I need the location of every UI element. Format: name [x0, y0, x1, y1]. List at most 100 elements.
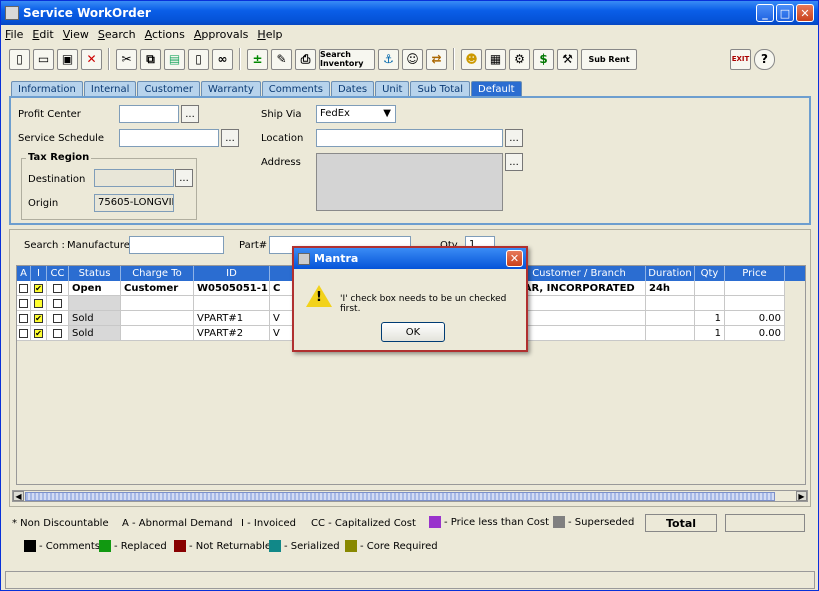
legend-abnormal-demand: A - Abnormal Demand [122, 518, 233, 529]
ship-icon[interactable]: ⚓ [378, 48, 399, 70]
window-title: Service WorkOrder [23, 6, 151, 20]
exit-icon[interactable]: EXIT [730, 48, 751, 70]
location-input[interactable] [316, 129, 503, 147]
row-a-cell [17, 311, 31, 326]
help-icon[interactable]: ? [754, 48, 775, 70]
calculator-icon[interactable]: ▦ [485, 48, 506, 70]
scroll-left-icon[interactable]: ◀ [13, 491, 24, 501]
core-required-swatch [345, 540, 357, 552]
settings-icon[interactable]: ⚙ [509, 48, 530, 70]
row-cc-checkbox[interactable] [53, 328, 62, 338]
transfer-icon[interactable]: ⇄ [426, 48, 447, 70]
row-cc-cell [47, 326, 69, 341]
tab-unit[interactable]: Unit [375, 81, 410, 96]
toolbar-separator [108, 48, 110, 70]
cut-icon[interactable]: ✂ [116, 48, 137, 70]
column-header-cc[interactable]: CC [47, 266, 69, 281]
print-icon[interactable]: ⎙ [295, 48, 316, 70]
column-header-id[interactable]: ID [194, 266, 270, 281]
row-i-checkbox[interactable]: ✔ [34, 283, 43, 293]
destination-lookup-button[interactable]: ... [175, 169, 193, 187]
ok-button[interactable]: OK [381, 322, 445, 342]
column-header-status[interactable]: Status [69, 266, 121, 281]
column-header-charge-to[interactable]: Charge To [121, 266, 194, 281]
tab-warranty[interactable]: Warranty [201, 81, 261, 96]
origin-input[interactable]: 75605-LONGVIEW [94, 194, 174, 212]
column-header-i[interactable]: I [31, 266, 47, 281]
tab-dates[interactable]: Dates [330, 81, 375, 96]
column-header-a[interactable]: A [17, 266, 31, 281]
tab-internal[interactable]: Internal [83, 81, 137, 96]
row-i-checkbox[interactable]: ✔ [34, 313, 43, 323]
manufacturer-input[interactable] [129, 236, 224, 254]
service-schedule-lookup-button[interactable]: ... [221, 129, 239, 147]
menu-approvals[interactable]: Approvals [194, 28, 249, 41]
location-label: Location [261, 133, 304, 144]
copy-icon[interactable]: ⧉ [140, 48, 161, 70]
row-a-checkbox[interactable] [19, 283, 28, 293]
search-inventory-button[interactable]: Search Inventory [319, 48, 375, 70]
menu-help[interactable]: Help [257, 28, 282, 41]
column-header-price[interactable]: Price [725, 266, 785, 281]
scroll-right-icon[interactable]: ▶ [796, 491, 807, 501]
open-folder-icon[interactable]: ▭ [33, 48, 54, 70]
tab-customer[interactable]: Customer [137, 81, 201, 96]
address-lookup-button[interactable]: ... [505, 153, 523, 171]
scrollbar-thumb[interactable] [25, 492, 775, 501]
row-charge-to-cell [121, 296, 194, 311]
row-i-cell [31, 296, 47, 311]
save-icon[interactable]: ▣ [57, 48, 78, 70]
row-cc-cell [47, 311, 69, 326]
profit-center-lookup-button[interactable]: ... [181, 105, 199, 123]
menu-view[interactable]: View [63, 28, 89, 41]
not-returnable-text: - Not Returnable [189, 541, 272, 552]
row-a-checkbox[interactable] [19, 328, 28, 338]
dialog-close-button[interactable]: ✕ [506, 250, 523, 267]
delete-icon[interactable]: ✕ [81, 48, 102, 70]
row-a-checkbox[interactable] [19, 313, 28, 323]
row-charge-to-cell: Customer [121, 281, 194, 296]
close-button[interactable]: ✕ [796, 4, 814, 22]
users-icon[interactable]: ☻ [461, 48, 482, 70]
destination-input[interactable] [94, 169, 174, 187]
tab-comments[interactable]: Comments [261, 81, 330, 96]
move-up-down-icon[interactable]: ± [247, 48, 268, 70]
serialized-swatch [269, 540, 281, 552]
tab-sub-total[interactable]: Sub Total [410, 81, 471, 96]
tab-information[interactable]: Information [11, 81, 83, 96]
location-lookup-button[interactable]: ... [505, 129, 523, 147]
service-schedule-input[interactable] [119, 129, 219, 147]
row-a-checkbox[interactable] [19, 298, 28, 308]
column-header-customer-branch[interactable]: Customer / Branch [513, 266, 646, 281]
column-header-duration[interactable]: Duration [646, 266, 695, 281]
ship-via-select[interactable]: FedEx ▼ [316, 105, 396, 123]
paste-icon[interactable]: ▤ [164, 48, 185, 70]
total-label: Total [645, 514, 717, 532]
column-header-qty[interactable]: Qty [695, 266, 725, 281]
edit-note-icon[interactable]: ✎ [271, 48, 292, 70]
row-i-checkbox[interactable] [34, 298, 43, 308]
legend-core-required: - Core Required [345, 540, 438, 552]
row-i-checkbox[interactable]: ✔ [34, 328, 43, 338]
address-textarea[interactable] [316, 153, 503, 211]
profit-center-input[interactable] [119, 105, 179, 123]
menu-file[interactable]: File [5, 28, 23, 41]
row-a-cell [17, 281, 31, 296]
clipboard-icon[interactable]: ▯ [188, 48, 209, 70]
tab-default[interactable]: Default [471, 81, 522, 96]
maximize-button[interactable]: □ [776, 4, 794, 22]
horizontal-scrollbar[interactable]: ◀ ▶ [12, 490, 808, 502]
row-cc-checkbox[interactable] [53, 298, 62, 308]
row-cc-checkbox[interactable] [53, 313, 62, 323]
new-document-icon[interactable]: ▯ [9, 48, 30, 70]
menu-edit[interactable]: Edit [32, 28, 53, 41]
row-cc-checkbox[interactable] [53, 283, 62, 293]
menu-actions[interactable]: Actions [145, 28, 185, 41]
sub-rent-button[interactable]: Sub Rent [581, 48, 637, 70]
minimize-button[interactable]: _ [756, 4, 774, 22]
menu-search[interactable]: Search [98, 28, 136, 41]
money-icon[interactable]: $ [533, 48, 554, 70]
binoculars-icon[interactable]: ∞ [212, 48, 233, 70]
tools-icon[interactable]: ⚒ [557, 48, 578, 70]
people-icon[interactable]: ☺ [402, 48, 423, 70]
